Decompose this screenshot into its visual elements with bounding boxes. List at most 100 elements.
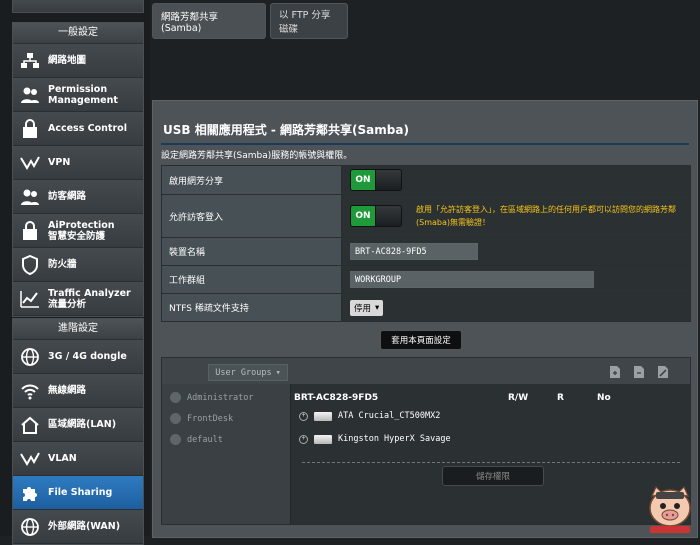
sidebar-item-file-sharing[interactable]: File Sharing — [13, 476, 143, 510]
sidebar: 一般設定 網路地圖 Permission Management Access C… — [0, 0, 150, 545]
disk-name: Kingston HyperX Savage — [338, 434, 451, 444]
sidebar-item-wireless[interactable]: 無線網路 — [13, 374, 143, 408]
sidebar-item-permission-management[interactable]: Permission Management — [13, 78, 143, 112]
page-title: USB 相關應用程式 - 網路芳鄰共享(Samba) — [163, 123, 409, 137]
divider — [302, 462, 680, 463]
user-groups-value: User Groups — [215, 367, 272, 378]
device-name-input[interactable]: BRT-AC828-9FD5 — [350, 243, 478, 260]
user-name: FrontDesk — [187, 413, 234, 424]
edit-folder-icon[interactable] — [656, 365, 670, 379]
add-folder-icon[interactable] — [608, 365, 622, 379]
puzzle-icon — [19, 482, 41, 504]
hard-drive-icon — [314, 434, 332, 444]
sidebar-item-guest-network[interactable]: 訪客網路 — [13, 180, 143, 214]
sidebar-item-vpn[interactable]: VPN — [13, 146, 143, 180]
settings-form: 啟用網芳分享 ON 允許訪客登入 ON 啟用「允許訪客登入」，在區域網路上的任何… — [161, 165, 691, 322]
general-settings-group: 一般設定 網路地圖 Permission Management Access C… — [12, 22, 144, 317]
user-icon — [170, 434, 181, 445]
chevron-down-icon: ▾ — [275, 367, 281, 378]
guest-login-label: 允許訪客登入 — [162, 195, 342, 237]
sidebar-top-item[interactable] — [12, 0, 144, 13]
workgroup-label: 工作群組 — [162, 266, 342, 293]
expand-icon[interactable]: + — [299, 411, 308, 421]
sidebar-item-label: Permission Management — [48, 83, 118, 106]
page-description: 設定網路芳鄰共享(Samba)服務的帳號與權限。 — [161, 151, 353, 161]
user-icon — [170, 413, 181, 424]
enable-share-toggle[interactable]: ON — [350, 169, 402, 191]
sidebar-item-label: 外部網路(WAN) — [48, 521, 121, 532]
advanced-settings-title: 進階設定 — [13, 319, 143, 340]
traffic-chart-icon — [19, 288, 41, 310]
share-device-name: BRT-AC828-9FD5 — [294, 393, 379, 403]
ntfs-sparse-label: NTFS 稀疏文件支持 — [162, 294, 342, 321]
enable-share-label: 啟用網芳分享 — [162, 166, 342, 194]
title-divider — [161, 143, 689, 145]
user-groups-select[interactable]: User Groups ▾ — [208, 364, 288, 381]
tab-bar: 網路芳鄰共享(Samba) 以 FTP 分享磁碟 — [152, 3, 348, 39]
user-name: default — [187, 434, 223, 445]
general-settings-title: 一般設定 — [13, 23, 143, 44]
workgroup-input[interactable]: WORKGROUP — [350, 271, 594, 288]
user-item-default[interactable]: default — [170, 434, 223, 445]
lock-icon — [19, 118, 41, 140]
users-icon — [19, 84, 41, 106]
network-map-icon — [19, 50, 41, 72]
home-icon — [19, 414, 41, 436]
user-item-frontdesk[interactable]: FrontDesk — [170, 413, 233, 424]
sidebar-item-3g-4g-dongle[interactable]: 3G / 4G dongle — [13, 340, 143, 374]
guest-login-toggle[interactable]: ON — [350, 205, 402, 227]
permission-rw-header: R/W — [508, 393, 529, 403]
sidebar-item-label: 防火牆 — [48, 259, 77, 270]
sidebar-item-network-map[interactable]: 網路地圖 — [13, 44, 143, 78]
permission-r-header: R — [557, 393, 564, 403]
guest-login-warning: 啟用「允許訪客登入」，在區域網路上的任何用戶都可以訪問您的網路芳鄰(Smaba)… — [416, 205, 676, 227]
wifi-icon — [19, 380, 41, 402]
sidebar-item-access-control[interactable]: Access Control — [13, 112, 143, 146]
sidebar-item-firewall[interactable]: 防火牆 — [13, 248, 143, 282]
row-device-name: 裝置名稱 BRT-AC828-9FD5 — [162, 238, 690, 266]
shield-icon — [19, 254, 41, 276]
sidebar-item-vlan[interactable]: VLAN — [13, 442, 143, 476]
expand-icon[interactable]: + — [299, 434, 308, 444]
sidebar-item-label: Access Control — [48, 123, 127, 134]
delete-folder-icon[interactable] — [632, 365, 646, 379]
ntfs-sparse-value: 停用 — [354, 303, 372, 314]
advanced-settings-group: 進階設定 3G / 4G dongle 無線網路 區域網路(LAN) VLAN … — [12, 318, 144, 545]
toggle-on-text: ON — [351, 170, 375, 190]
user-icon — [170, 392, 181, 403]
sidebar-item-label: 訪客網路 — [48, 191, 87, 202]
vpn-icon — [19, 152, 41, 174]
sidebar-item-label: AiProtection 智慧安全防護 — [48, 219, 115, 242]
device-name-label: 裝置名稱 — [162, 238, 342, 265]
sidebar-item-wan[interactable]: 外部網路(WAN) — [13, 510, 143, 544]
row-workgroup: 工作群組 WORKGROUP — [162, 266, 690, 294]
vpn-icon — [19, 448, 41, 470]
row-enable-share: 啟用網芳分享 ON — [162, 166, 690, 195]
sidebar-item-traffic-analyzer[interactable]: Traffic Analyzer 流量分析 — [13, 282, 143, 316]
globe-icon — [19, 516, 41, 538]
lock-icon — [19, 220, 41, 242]
sidebar-item-label: 網路地圖 — [48, 55, 87, 66]
toggle-knob — [375, 206, 401, 226]
guest-network-icon — [19, 186, 41, 208]
share-permissions-table: User Groups ▾ Administrator FrontDesk de… — [161, 357, 691, 525]
disk-item-1[interactable]: + ATA Crucial_CT500MX2 — [299, 411, 440, 421]
row-guest-login: 允許訪客登入 ON 啟用「允許訪客登入」，在區域網路上的任何用戶都可以訪問您的網… — [162, 195, 690, 238]
sidebar-item-lan[interactable]: 區域網路(LAN) — [13, 408, 143, 442]
watermark-mascot — [644, 484, 696, 534]
sidebar-item-label: File Sharing — [48, 487, 113, 498]
toggle-on-text: ON — [351, 206, 375, 226]
disk-item-2[interactable]: + Kingston HyperX Savage — [299, 434, 451, 444]
ntfs-sparse-select[interactable]: 停用 ▾ — [350, 299, 384, 316]
apply-button[interactable]: 套用本頁面設定 — [380, 330, 462, 350]
tab-ftp[interactable]: 以 FTP 分享磁碟 — [270, 3, 348, 39]
row-ntfs-sparse: NTFS 稀疏文件支持 停用 ▾ — [162, 294, 690, 321]
sidebar-item-aiprotection[interactable]: AiProtection 智慧安全防護 — [13, 214, 143, 248]
hard-drive-icon — [314, 411, 332, 421]
user-item-administrator[interactable]: Administrator — [170, 392, 254, 403]
sidebar-item-label: Traffic Analyzer 流量分析 — [48, 287, 131, 310]
toggle-knob — [375, 170, 401, 190]
globe-icon — [19, 346, 41, 368]
save-permissions-button[interactable]: 儲存權限 — [442, 466, 544, 486]
tab-samba[interactable]: 網路芳鄰共享(Samba) — [152, 3, 266, 39]
